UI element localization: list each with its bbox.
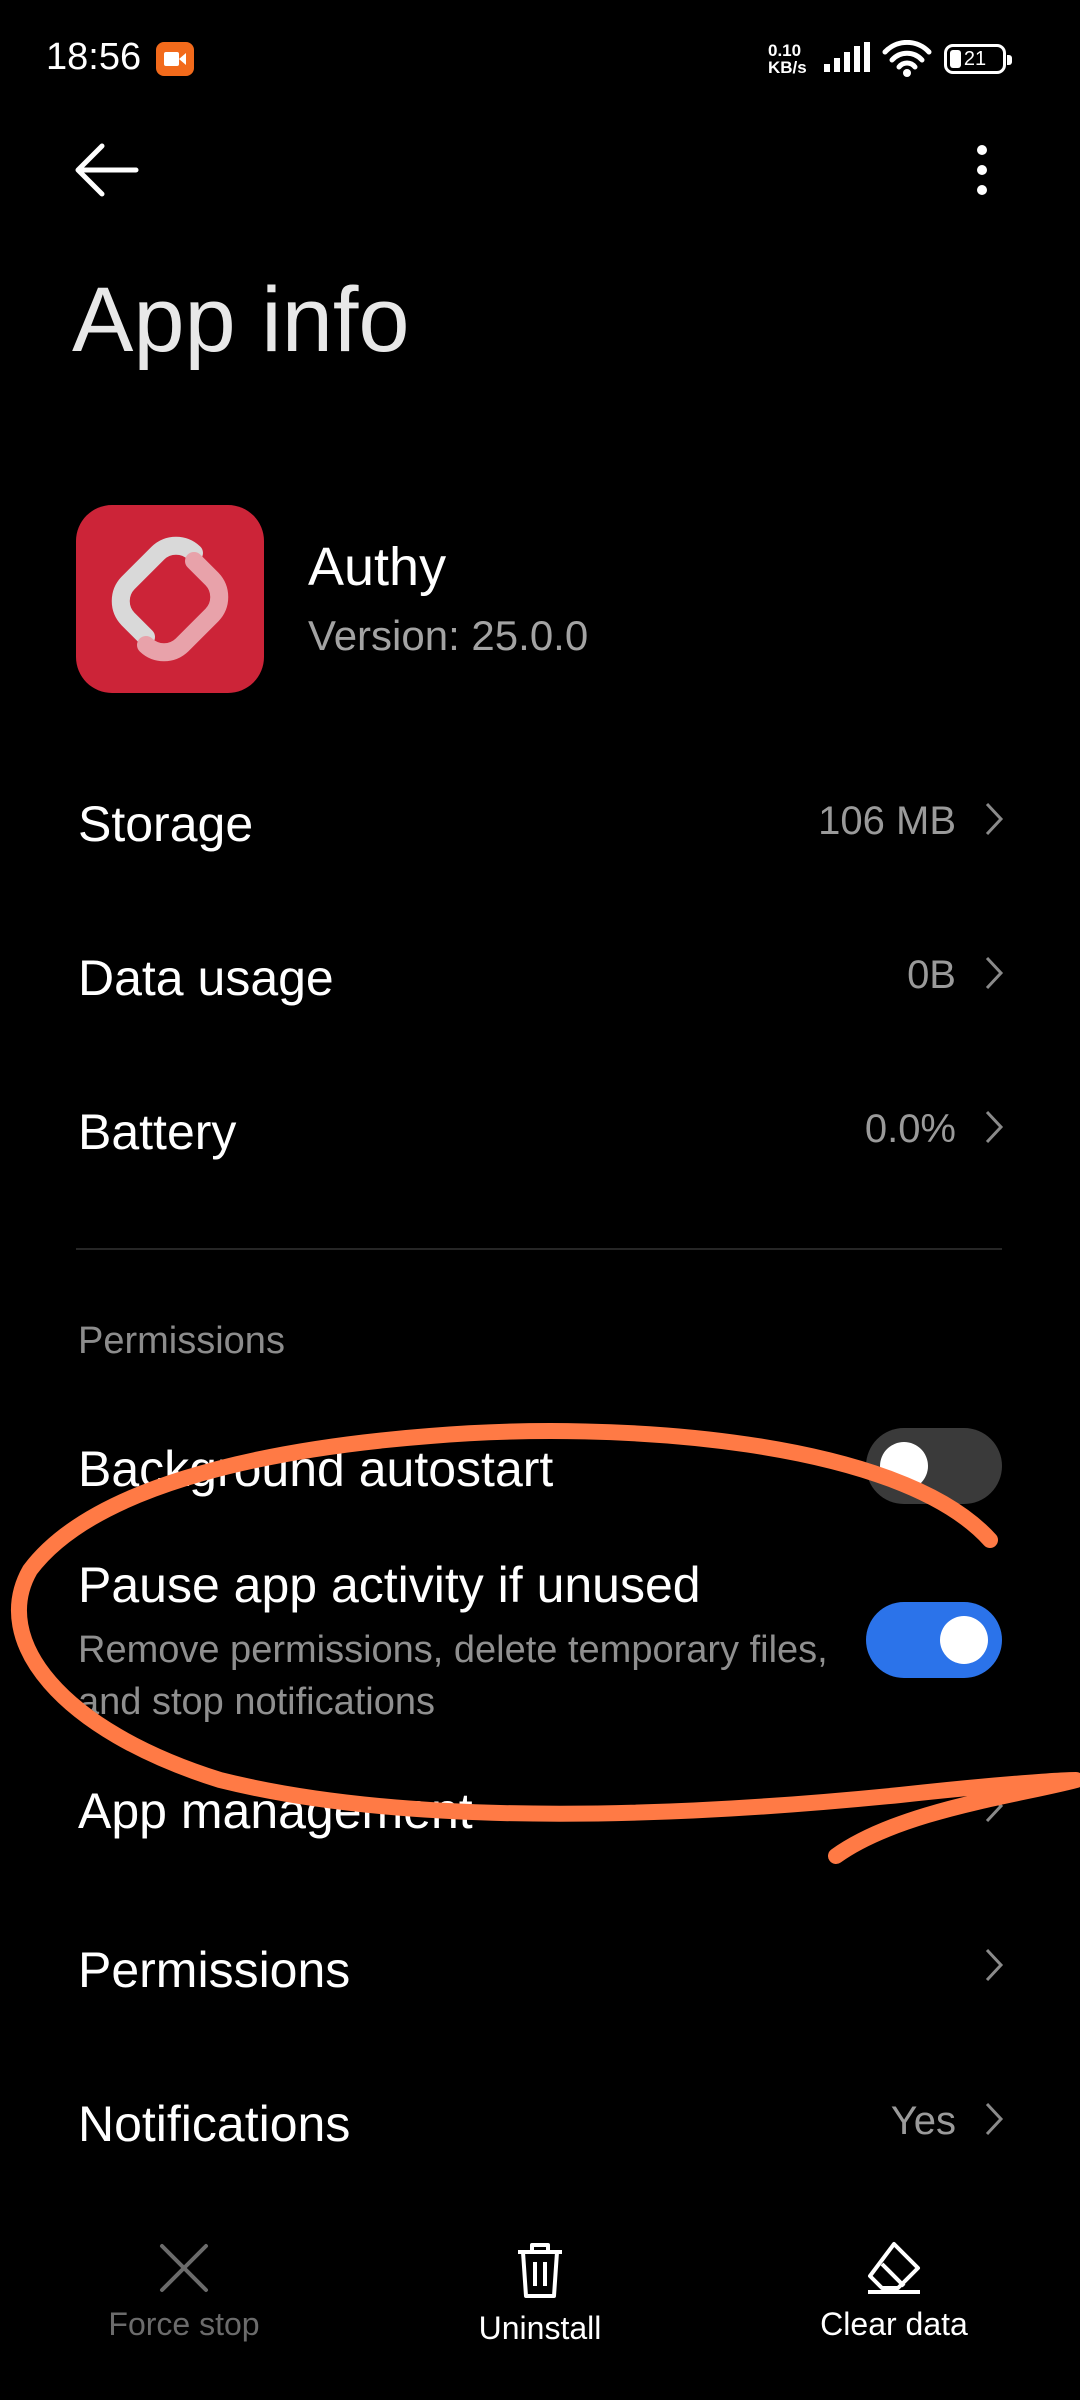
permissions-row[interactable]: Permissions bbox=[0, 1893, 1080, 2043]
signal-icon bbox=[822, 42, 872, 79]
chevron-right-icon bbox=[985, 802, 1004, 836]
uninstall-button[interactable]: Uninstall bbox=[390, 2240, 690, 2347]
pause-app-activity-toggle[interactable] bbox=[866, 1602, 1002, 1678]
permissions-section-title: Permissions bbox=[78, 1320, 285, 1362]
app-version: Version: 25.0.0 bbox=[308, 612, 589, 659]
app-management-label: App management bbox=[78, 1783, 473, 1839]
chevron-right-icon bbox=[985, 2102, 1004, 2136]
permissions-label: Permissions bbox=[78, 1942, 351, 1998]
notifications-row[interactable]: Notifications Yes bbox=[0, 2047, 1080, 2197]
background-autostart-label: Background autostart bbox=[78, 1441, 554, 1497]
chevron-right-icon bbox=[985, 956, 1004, 990]
network-speed: 0.10 KB/s bbox=[768, 41, 807, 77]
authy-app-icon bbox=[76, 505, 264, 693]
notifications-value: Yes bbox=[890, 2099, 956, 2143]
battery-row[interactable]: Battery 0.0% bbox=[0, 1055, 1080, 1205]
storage-value: 106 MB bbox=[818, 799, 956, 843]
more-options-icon[interactable] bbox=[962, 140, 1002, 200]
page-title: App info bbox=[72, 269, 410, 371]
clear-data-button[interactable]: Clear data bbox=[744, 2240, 1044, 2343]
section-divider bbox=[76, 1248, 1002, 1250]
battery-value: 0.0% bbox=[864, 1107, 956, 1151]
force-stop-label: Force stop bbox=[108, 2306, 260, 2342]
data-usage-value: 0B bbox=[907, 953, 956, 997]
force-stop-button[interactable]: Force stop bbox=[34, 2240, 334, 2343]
screen-record-icon bbox=[156, 42, 194, 76]
pause-app-activity-row[interactable]: Pause app activity if unused Remove perm… bbox=[0, 1540, 1080, 1740]
chevron-right-icon bbox=[985, 1110, 1004, 1144]
chevron-right-icon bbox=[985, 1948, 1004, 1982]
data-usage-label: Data usage bbox=[78, 950, 334, 1006]
app-management-row[interactable]: App management bbox=[0, 1740, 1080, 1890]
pause-app-activity-label: Pause app activity if unused bbox=[78, 1557, 701, 1613]
app-name: Authy bbox=[308, 537, 447, 597]
back-icon[interactable] bbox=[72, 140, 142, 200]
battery-icon: 21 bbox=[944, 44, 1012, 74]
storage-row[interactable]: Storage 106 MB bbox=[0, 747, 1080, 897]
wifi-icon bbox=[882, 39, 932, 83]
pause-app-activity-description: Remove permissions, delete temporary fil… bbox=[78, 1629, 828, 1723]
status-time: 18:56 bbox=[46, 36, 142, 78]
uninstall-label: Uninstall bbox=[478, 2310, 602, 2346]
clear-data-label: Clear data bbox=[820, 2306, 968, 2342]
notifications-label: Notifications bbox=[78, 2096, 351, 2152]
storage-label: Storage bbox=[78, 796, 254, 852]
battery-level: 21 bbox=[963, 48, 987, 70]
background-autostart-toggle[interactable] bbox=[866, 1428, 1002, 1504]
eraser-icon bbox=[868, 2242, 920, 2294]
background-autostart-row[interactable]: Background autostart bbox=[0, 1392, 1080, 1542]
chevron-right-icon bbox=[985, 1789, 1004, 1823]
trash-icon bbox=[518, 2243, 562, 2298]
data-usage-row[interactable]: Data usage 0B bbox=[0, 901, 1080, 1051]
close-icon bbox=[160, 2244, 208, 2292]
battery-label: Battery bbox=[78, 1104, 237, 1160]
